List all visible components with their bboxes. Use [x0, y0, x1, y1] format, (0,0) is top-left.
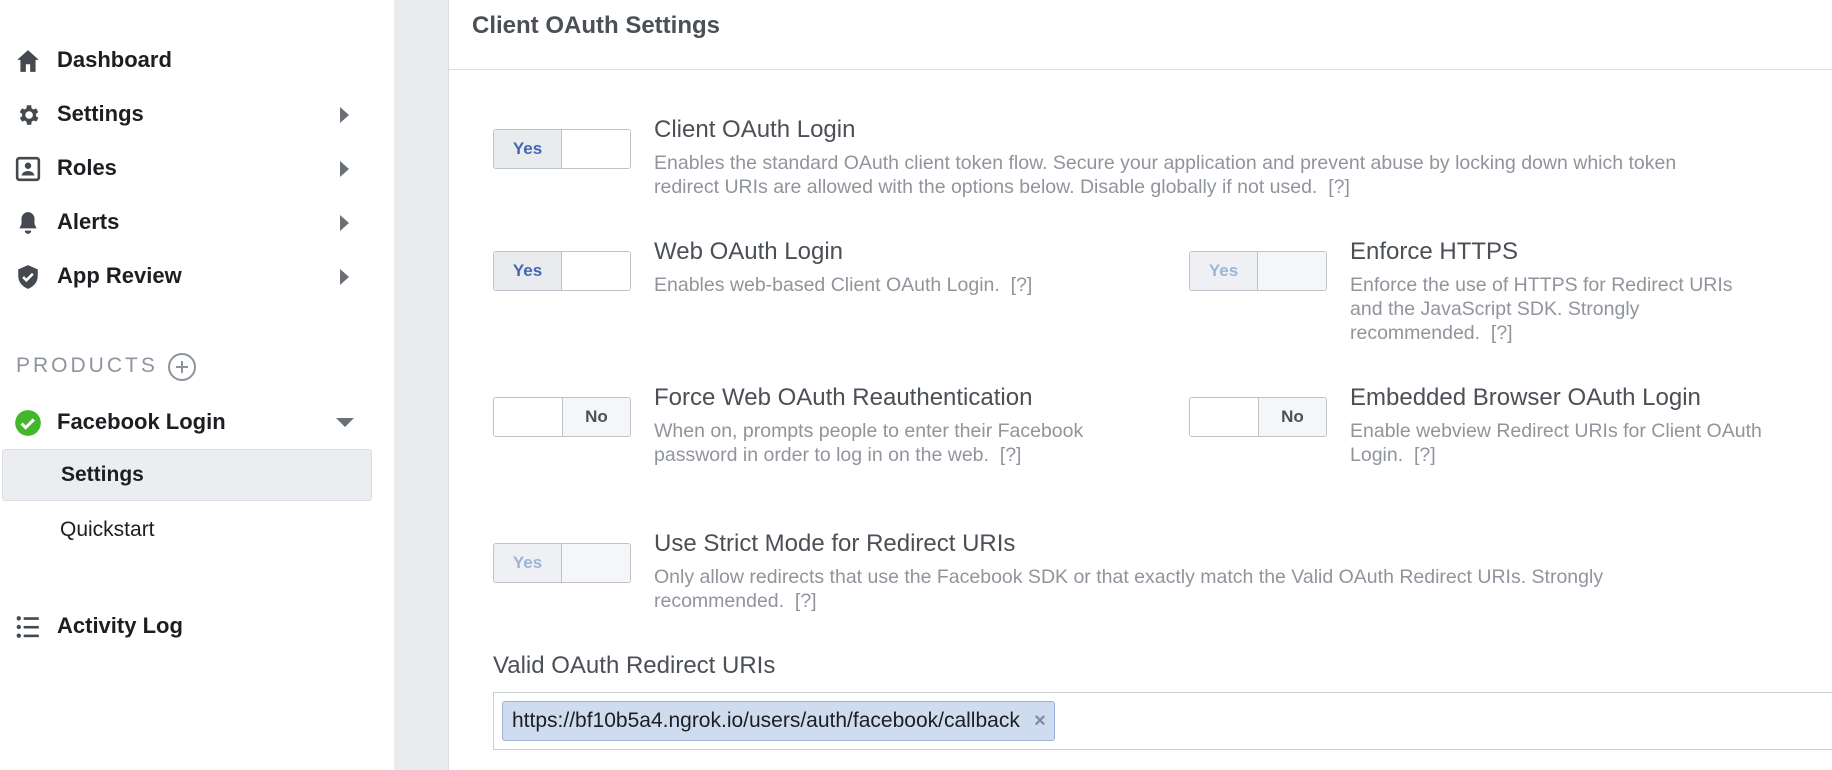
help-link[interactable]: [?] — [1414, 444, 1436, 466]
chevron-right-icon — [340, 269, 349, 285]
toggle-yes: Yes — [494, 252, 562, 290]
gutter — [394, 0, 448, 770]
toggle-yes: Yes — [1190, 252, 1258, 290]
sidebar-item-alerts[interactable]: Alerts — [0, 199, 372, 245]
force-reauth-title: Force Web OAuth Reauthentication — [654, 384, 1033, 411]
help-link[interactable]: [?] — [1011, 274, 1033, 296]
home-icon — [14, 47, 42, 75]
products-heading: PRODUCTS — [16, 354, 158, 377]
sidebar: Dashboard Settings Roles Alerts App Revi… — [0, 0, 394, 770]
sidebar-item-label: Dashboard — [57, 47, 172, 72]
embedded-browser-description: Enable webview Redirect URIs for Client … — [1350, 420, 1762, 466]
sidebar-item-facebook-login[interactable]: Facebook Login — [0, 399, 372, 445]
force-reauth-description: When on, prompts people to enter their F… — [654, 420, 1084, 466]
enforce-https-title: Enforce HTTPS — [1350, 238, 1519, 265]
roles-icon — [14, 155, 42, 183]
client-oauth-settings-panel: Client OAuth Settings Yes Client OAuth L… — [448, 0, 1832, 770]
strict-mode-title: Use Strict Mode for Redirect URIs — [654, 530, 1016, 557]
toggle-yes: Yes — [494, 544, 562, 582]
redirect-uris-label: Valid OAuth Redirect URIs — [493, 652, 776, 679]
toggle-no: No — [562, 398, 630, 436]
sidebar-item-label: Alerts — [57, 209, 120, 234]
sidebar-item-settings[interactable]: Settings — [0, 91, 372, 137]
enforce-https-toggle[interactable]: Yes — [1189, 251, 1327, 291]
divider — [449, 69, 1832, 70]
sidebar-subitem-quickstart[interactable]: Quickstart — [2, 504, 372, 556]
redirect-uri-token[interactable]: https://bf10b5a4.ngrok.io/users/auth/fac… — [502, 701, 1055, 741]
remove-token-icon[interactable]: × — [1034, 710, 1046, 733]
toggle-no: No — [1258, 398, 1326, 436]
panel-title: Client OAuth Settings — [472, 12, 720, 39]
chevron-right-icon — [340, 107, 349, 123]
sidebar-item-label: Activity Log — [57, 613, 183, 638]
sidebar-subitem-settings[interactable]: Settings — [2, 449, 372, 501]
sidebar-item-dashboard[interactable]: Dashboard — [0, 37, 372, 83]
web-oauth-login-toggle[interactable]: Yes — [493, 251, 631, 291]
sidebar-item-app-review[interactable]: App Review — [0, 253, 372, 299]
help-link[interactable]: [?] — [1328, 176, 1350, 198]
sidebar-item-label: Roles — [57, 155, 117, 180]
chevron-right-icon — [340, 215, 349, 231]
chevron-right-icon — [340, 161, 349, 177]
web-oauth-login-description: Enables web-based Client OAuth Login. [?… — [654, 274, 1033, 296]
gear-icon — [14, 101, 42, 129]
client-oauth-login-title: Client OAuth Login — [654, 116, 856, 143]
sidebar-item-roles[interactable]: Roles — [0, 145, 372, 191]
strict-mode-toggle[interactable]: Yes — [493, 543, 631, 583]
bell-icon — [14, 209, 42, 237]
enforce-https-description: Enforce the use of HTTPS for Redirect UR… — [1350, 274, 1733, 344]
client-oauth-login-toggle[interactable]: Yes — [493, 129, 631, 169]
chevron-down-icon — [336, 418, 354, 427]
toggle-yes: Yes — [494, 130, 562, 168]
embedded-browser-title: Embedded Browser OAuth Login — [1350, 384, 1701, 411]
embedded-browser-toggle[interactable]: No — [1189, 397, 1327, 437]
help-link[interactable]: [?] — [1491, 322, 1513, 344]
sidebar-item-label: App Review — [57, 263, 182, 288]
strict-mode-description: Only allow redirects that use the Facebo… — [654, 566, 1604, 612]
web-oauth-login-title: Web OAuth Login — [654, 238, 844, 265]
add-product-icon[interactable] — [168, 353, 196, 381]
help-link[interactable]: [?] — [1000, 444, 1022, 466]
force-reauth-toggle[interactable]: No — [493, 397, 631, 437]
sidebar-subitem-label: Settings — [61, 463, 144, 486]
client-oauth-login-description: Enables the standard OAuth client token … — [654, 152, 1677, 198]
sidebar-item-activity-log[interactable]: Activity Log — [0, 603, 372, 649]
help-link[interactable]: [?] — [795, 590, 817, 612]
redirect-uris-input[interactable]: https://bf10b5a4.ngrok.io/users/auth/fac… — [493, 692, 1832, 750]
sidebar-item-label: Facebook Login — [57, 409, 226, 434]
list-icon — [14, 613, 42, 641]
check-circle-icon — [14, 409, 42, 437]
shield-check-icon — [14, 263, 42, 291]
sidebar-item-label: Settings — [57, 101, 144, 126]
sidebar-subitem-label: Quickstart — [60, 518, 155, 541]
redirect-uri-value: https://bf10b5a4.ngrok.io/users/auth/fac… — [512, 709, 1020, 732]
